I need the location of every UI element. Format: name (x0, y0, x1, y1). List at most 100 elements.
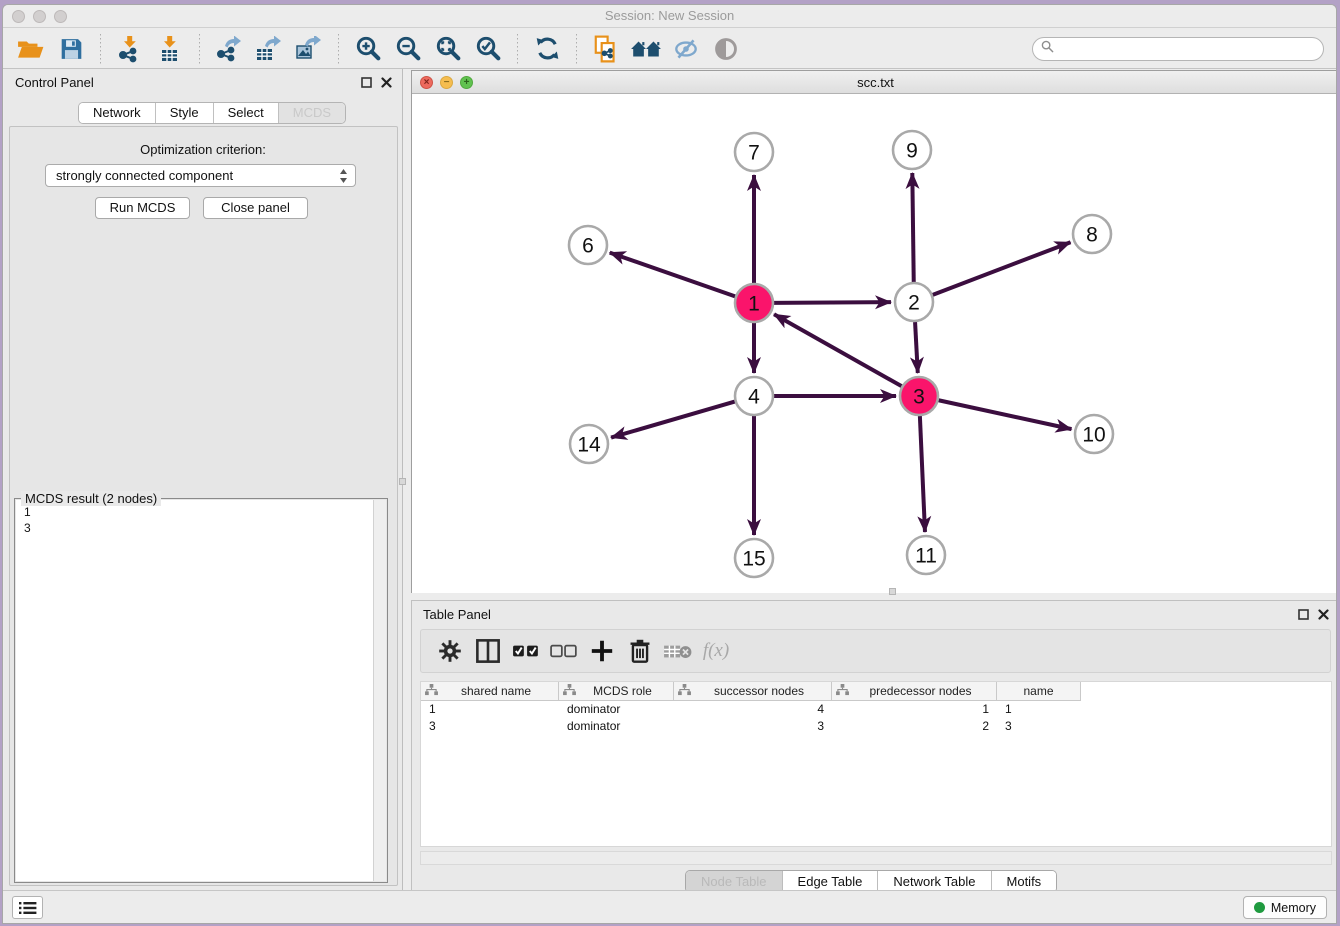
home-icon[interactable] (629, 33, 663, 65)
zoom-in-icon[interactable] (351, 33, 385, 65)
export-image-icon[interactable] (292, 33, 326, 65)
import-table-icon[interactable] (153, 33, 187, 65)
graph-edge-1-6[interactable] (610, 253, 735, 297)
network-window-title: scc.txt (412, 75, 1337, 90)
duplicate-network-icon[interactable] (589, 33, 623, 65)
tab-mcds[interactable]: MCDS (279, 103, 345, 123)
tab-motifs[interactable]: Motifs (992, 871, 1057, 892)
mcds-result-item[interactable]: 3 (24, 520, 378, 536)
graph-edge-2-3[interactable] (915, 322, 918, 373)
mcds-result-item[interactable]: 1 (24, 504, 378, 520)
table-cell[interactable]: 1 (832, 701, 997, 718)
network-canvas[interactable]: 7968124314101511 (412, 94, 1337, 593)
graph-edge-2-8[interactable] (933, 242, 1071, 295)
zoom-selected-icon[interactable] (471, 33, 505, 65)
mcds-result-group: 13 MCDS result (2 nodes) (14, 498, 388, 883)
settings-gear-icon[interactable] (435, 636, 465, 666)
table-cell[interactable]: 1 (997, 701, 1081, 718)
task-history-button[interactable] (12, 896, 43, 919)
optimization-criterion-dropdown[interactable]: strongly connected component (45, 164, 356, 187)
control-panel-title: Control Panel (15, 75, 94, 90)
table-cell[interactable]: 4 (674, 701, 832, 718)
table-row[interactable]: 1dominator411 (421, 701, 1331, 718)
export-network-icon[interactable] (212, 33, 246, 65)
graph-edge-3-1[interactable] (774, 314, 902, 386)
graph-node-label-8: 8 (1086, 224, 1098, 247)
column-header-successor-nodes[interactable]: successor nodes (674, 682, 832, 701)
node-table: shared nameMCDS rolesuccessor nodesprede… (420, 681, 1332, 847)
tab-node-table[interactable]: Node Table (686, 871, 783, 892)
graph-edge-3-10[interactable] (939, 400, 1072, 429)
search-input[interactable] (1059, 42, 1315, 57)
save-session-icon[interactable] (54, 33, 88, 65)
table-cell[interactable]: 3 (421, 718, 559, 735)
table-panel-title: Table Panel (423, 607, 491, 622)
table-row[interactable]: 3dominator323 (421, 718, 1331, 735)
float-table-panel-icon[interactable] (1298, 607, 1309, 625)
tab-style[interactable]: Style (156, 103, 214, 123)
control-panel-tabs: Network Style Select MCDS (78, 102, 346, 124)
graph-node-label-2: 2 (908, 292, 920, 315)
horizontal-splitter-grip[interactable] (889, 588, 896, 595)
add-column-icon[interactable] (587, 636, 617, 666)
graph-node-label-1: 1 (748, 293, 760, 316)
function-builder-icon: f(x) (701, 636, 731, 666)
delete-column-icon[interactable] (625, 636, 655, 666)
table-cell[interactable]: dominator (559, 718, 674, 735)
export-table-icon[interactable] (252, 33, 286, 65)
split-columns-icon[interactable] (473, 636, 503, 666)
list-icon (19, 901, 37, 915)
clear-all-checkboxes-icon[interactable] (549, 636, 579, 666)
search-box[interactable] (1032, 37, 1324, 61)
status-bar: Memory (3, 890, 1336, 923)
graph-node-label-7: 7 (748, 142, 760, 165)
graph-edge-1-2[interactable] (774, 302, 891, 303)
network-graph: 7968124314101511 (412, 94, 1337, 593)
close-panel-button[interactable]: Close panel (203, 197, 308, 219)
desktop: Session: New Session Control Panel (0, 0, 1340, 926)
column-header-predecessor-nodes[interactable]: predecessor nodes (832, 682, 997, 701)
table-cell[interactable]: 3 (674, 718, 832, 735)
graph-edge-3-11[interactable] (920, 416, 925, 532)
result-scrollbar[interactable] (373, 500, 386, 881)
search-icon (1041, 40, 1054, 58)
zoom-out-icon[interactable] (391, 33, 425, 65)
table-cell[interactable]: 2 (832, 718, 997, 735)
tab-network-table[interactable]: Network Table (878, 871, 991, 892)
column-header-label: name (1001, 684, 1076, 698)
graph-node-label-9: 9 (906, 140, 918, 163)
table-panel-header: Table Panel (412, 601, 1337, 629)
select-all-checkboxes-icon[interactable] (511, 636, 541, 666)
refresh-layout-icon[interactable] (530, 33, 564, 65)
network-window-titlebar[interactable]: × − + scc.txt (412, 71, 1337, 94)
graph-node-label-11: 11 (915, 545, 937, 568)
graph-node-label-10: 10 (1082, 424, 1105, 447)
column-header-name[interactable]: name (997, 682, 1081, 701)
table-panel: Table Panel f(x) shared nameMCDS rolesuc… (411, 600, 1337, 896)
run-mcds-button[interactable]: Run MCDS (95, 197, 190, 219)
close-panel-icon[interactable] (381, 75, 392, 93)
table-cell[interactable]: dominator (559, 701, 674, 718)
column-header-shared-name[interactable]: shared name (421, 682, 559, 701)
close-table-panel-icon[interactable] (1318, 607, 1329, 625)
preview-icon (709, 33, 743, 65)
tab-select[interactable]: Select (214, 103, 279, 123)
graph-edge-2-9[interactable] (912, 173, 913, 282)
open-file-icon[interactable] (14, 33, 48, 65)
dropdown-selected-value: strongly connected component (56, 168, 233, 183)
vertical-splitter-grip[interactable] (399, 478, 406, 485)
table-cell[interactable]: 1 (421, 701, 559, 718)
tab-edge-table[interactable]: Edge Table (783, 871, 879, 892)
optimization-criterion-label: Optimization criterion: (4, 142, 402, 157)
mcds-result-list[interactable]: 13 (16, 500, 386, 881)
tab-network[interactable]: Network (79, 103, 156, 123)
hide-panel-icon[interactable] (669, 33, 703, 65)
table-horizontal-scrollbar[interactable] (420, 851, 1332, 865)
import-network-icon[interactable] (113, 33, 147, 65)
table-cell[interactable]: 3 (997, 718, 1081, 735)
column-header-MCDS-role[interactable]: MCDS role (559, 682, 674, 701)
float-panel-icon[interactable] (361, 75, 372, 93)
graph-edge-4-14[interactable] (611, 402, 735, 438)
memory-button[interactable]: Memory (1243, 896, 1327, 919)
zoom-fit-icon[interactable] (431, 33, 465, 65)
